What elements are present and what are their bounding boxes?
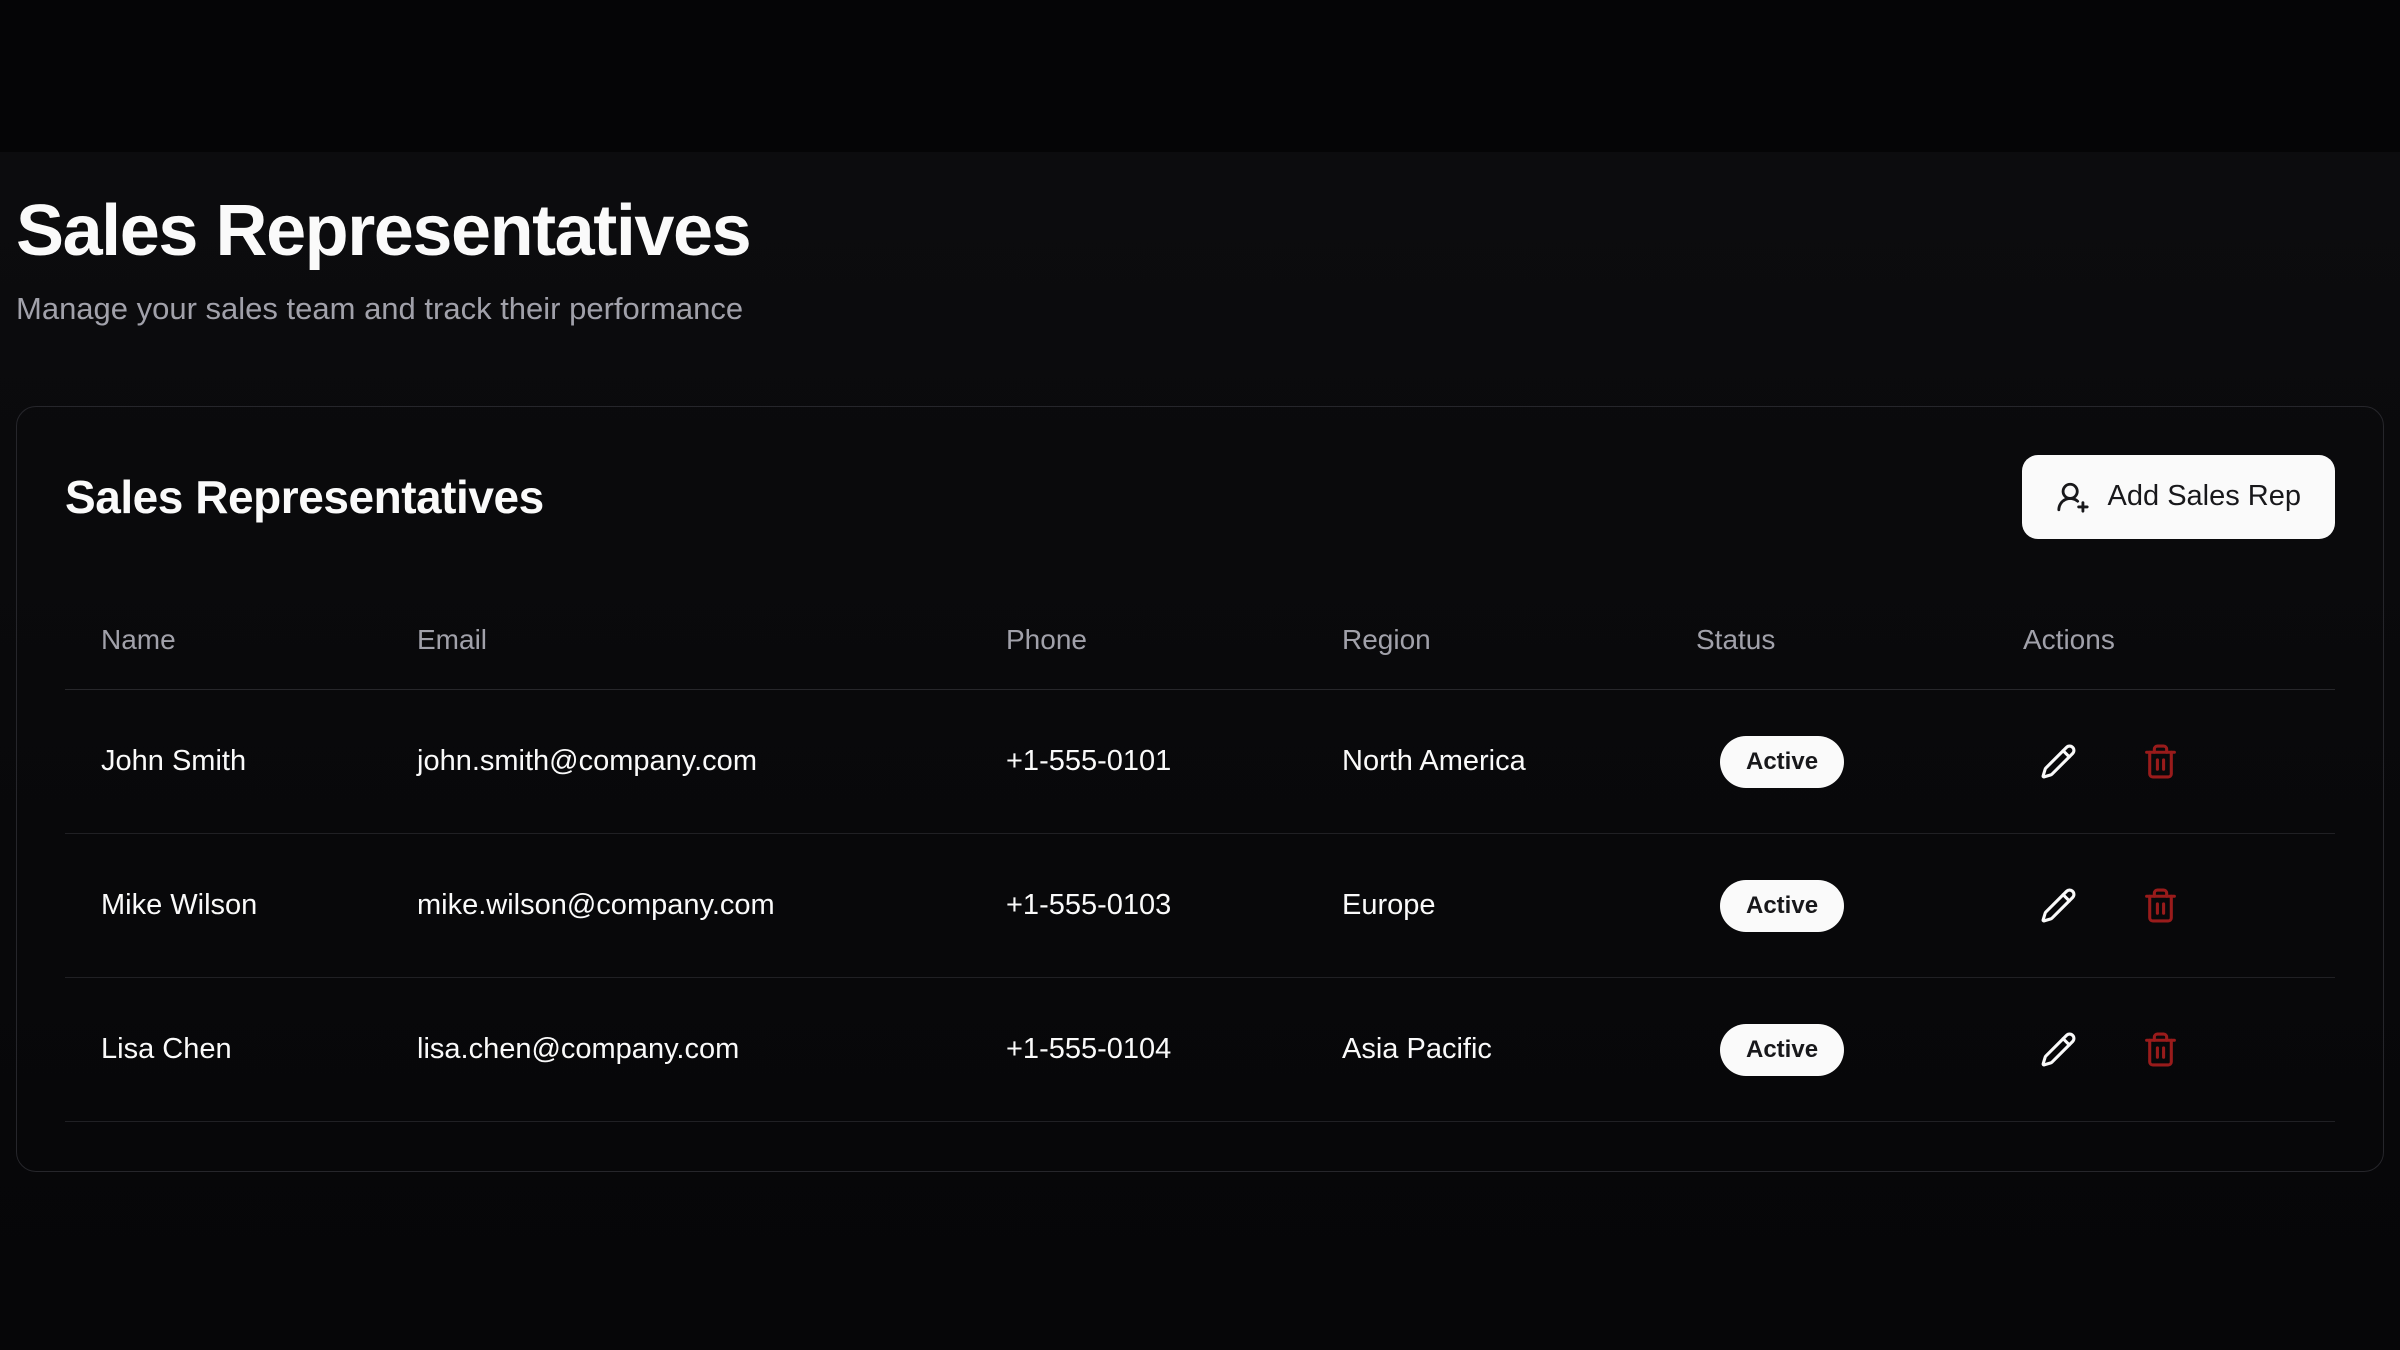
column-header-region: Region [1306, 591, 1660, 690]
cell-phone: +1-555-0103 [970, 834, 1306, 978]
cell-status: Active [1660, 834, 1987, 978]
pencil-icon [2040, 1031, 2077, 1068]
delete-button[interactable] [2137, 1027, 2183, 1073]
user-plus-icon [2056, 480, 2090, 514]
top-header [0, 0, 2400, 152]
edit-button[interactable] [2035, 1027, 2081, 1073]
table-row: Mike Wilson mike.wilson@company.com +1-5… [65, 834, 2335, 978]
card-title: Sales Representatives [65, 470, 544, 524]
row-actions [2035, 1027, 2319, 1073]
edit-button[interactable] [2035, 739, 2081, 785]
card-header: Sales Representatives Add Sales Rep [65, 455, 2335, 539]
row-actions [2035, 883, 2319, 929]
cell-phone: +1-555-0101 [970, 690, 1306, 834]
add-sales-rep-button[interactable]: Add Sales Rep [2022, 455, 2335, 539]
column-header-status: Status [1660, 591, 1987, 690]
column-header-name: Name [65, 591, 381, 690]
cell-name: John Smith [65, 690, 381, 834]
delete-button[interactable] [2137, 883, 2183, 929]
cell-actions [1987, 834, 2335, 978]
cell-region: Asia Pacific [1306, 978, 1660, 1122]
add-sales-rep-label: Add Sales Rep [2108, 480, 2301, 513]
cell-phone: +1-555-0104 [970, 978, 1306, 1122]
delete-button[interactable] [2137, 739, 2183, 785]
trash-icon [2142, 887, 2179, 924]
column-header-actions: Actions [1987, 591, 2335, 690]
cell-email: john.smith@company.com [381, 690, 970, 834]
column-header-phone: Phone [970, 591, 1306, 690]
edit-button[interactable] [2035, 883, 2081, 929]
table-header-row: NameEmailPhoneRegionStatusActions [65, 591, 2335, 690]
cell-status: Active [1660, 690, 1987, 834]
table-row: John Smith john.smith@company.com +1-555… [65, 690, 2335, 834]
sales-reps-table: NameEmailPhoneRegionStatusActions John S… [65, 591, 2335, 1123]
cell-email: lisa.chen@company.com [381, 978, 970, 1122]
status-badge: Active [1720, 880, 1844, 932]
sales-reps-card: Sales Representatives Add Sales Rep Name… [16, 406, 2384, 1172]
row-actions [2035, 739, 2319, 785]
cell-region: Europe [1306, 834, 1660, 978]
status-badge: Active [1720, 736, 1844, 788]
cell-region: North America [1306, 690, 1660, 834]
status-badge: Active [1720, 1024, 1844, 1076]
column-header-email: Email [381, 591, 970, 690]
cell-status: Active [1660, 978, 1987, 1122]
cell-actions [1987, 978, 2335, 1122]
cell-name: Mike Wilson [65, 834, 381, 978]
cell-actions [1987, 690, 2335, 834]
trash-icon [2142, 1031, 2179, 1068]
page-title: Sales Representatives [16, 152, 2384, 273]
main-content: Sales Representatives Manage your sales … [0, 152, 2400, 1350]
cell-name: Lisa Chen [65, 978, 381, 1122]
pencil-icon [2040, 887, 2077, 924]
pencil-icon [2040, 743, 2077, 780]
page-subtitle: Manage your sales team and track their p… [16, 290, 2384, 327]
table-row: Lisa Chen lisa.chen@company.com +1-555-0… [65, 978, 2335, 1122]
cell-email: mike.wilson@company.com [381, 834, 970, 978]
trash-icon [2142, 743, 2179, 780]
